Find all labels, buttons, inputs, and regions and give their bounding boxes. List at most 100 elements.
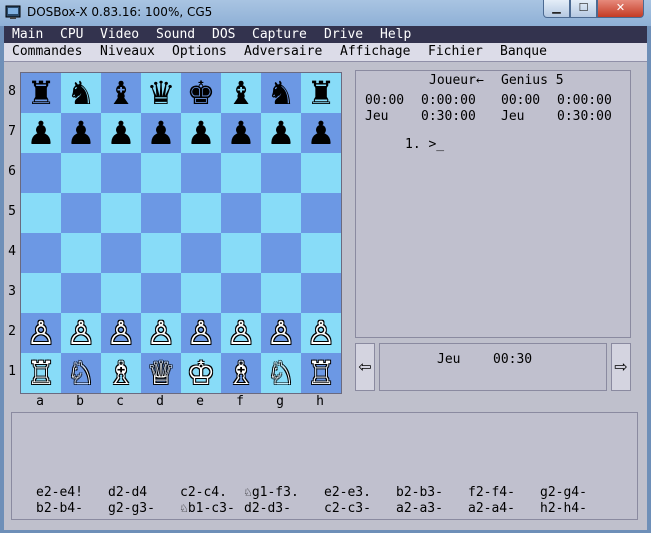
square-f3[interactable] — [221, 273, 261, 313]
square-d8[interactable]: ♛ — [141, 73, 181, 113]
square-f7[interactable]: ♟ — [221, 113, 261, 153]
square-b6[interactable] — [61, 153, 101, 193]
square-e3[interactable] — [181, 273, 221, 313]
chess-piece[interactable]: ♙ — [221, 313, 261, 353]
chess-piece[interactable]: ♟ — [101, 113, 141, 153]
chess-piece[interactable]: ♟ — [221, 113, 261, 153]
host-menu-cpu[interactable]: CPU — [60, 27, 83, 42]
move-suggestion[interactable]: f2-f4- — [468, 485, 515, 500]
close-button[interactable]: ✕ — [597, 0, 644, 18]
square-f5[interactable] — [221, 193, 261, 233]
chess-piece[interactable]: ♖ — [21, 353, 61, 393]
chess-piece[interactable]: ♙ — [301, 313, 341, 353]
square-e5[interactable] — [181, 193, 221, 233]
square-c5[interactable] — [101, 193, 141, 233]
square-a4[interactable] — [21, 233, 61, 273]
chess-piece[interactable]: ♝ — [221, 73, 261, 113]
square-d6[interactable] — [141, 153, 181, 193]
square-h8[interactable]: ♜ — [301, 73, 341, 113]
chess-piece[interactable]: ♛ — [141, 73, 181, 113]
square-g4[interactable] — [261, 233, 301, 273]
menu-commandes[interactable]: Commandes — [12, 44, 82, 59]
move-suggestion[interactable]: h2-h4- — [540, 501, 587, 516]
square-f8[interactable]: ♝ — [221, 73, 261, 113]
host-menu-dos[interactable]: DOS — [212, 27, 235, 42]
host-menu-drive[interactable]: Drive — [324, 27, 363, 42]
square-h7[interactable]: ♟ — [301, 113, 341, 153]
chess-piece[interactable]: ♗ — [101, 353, 141, 393]
square-b1[interactable]: ♘ — [61, 353, 101, 393]
square-e1[interactable]: ♔ — [181, 353, 221, 393]
menu-niveaux[interactable]: Niveaux — [100, 44, 155, 59]
square-c7[interactable]: ♟ — [101, 113, 141, 153]
menu-banque[interactable]: Banque — [500, 44, 547, 59]
square-e2[interactable]: ♙ — [181, 313, 221, 353]
chess-piece[interactable]: ♟ — [301, 113, 341, 153]
move-suggestion[interactable]: c2-c3- — [324, 501, 371, 516]
move-input-prompt[interactable]: 1. >_ — [405, 137, 444, 152]
chess-piece[interactable]: ♕ — [141, 353, 181, 393]
square-h6[interactable] — [301, 153, 341, 193]
previous-move-button[interactable]: ⇦ — [355, 343, 375, 391]
square-a2[interactable]: ♙ — [21, 313, 61, 353]
square-b4[interactable] — [61, 233, 101, 273]
square-g6[interactable] — [261, 153, 301, 193]
host-menu-help[interactable]: Help — [380, 27, 411, 42]
chess-piece[interactable]: ♝ — [101, 73, 141, 113]
square-h3[interactable] — [301, 273, 341, 313]
square-b5[interactable] — [61, 193, 101, 233]
square-e8[interactable]: ♚ — [181, 73, 221, 113]
chess-piece[interactable]: ♔ — [181, 353, 221, 393]
square-b2[interactable]: ♙ — [61, 313, 101, 353]
square-a1[interactable]: ♖ — [21, 353, 61, 393]
square-c1[interactable]: ♗ — [101, 353, 141, 393]
chess-piece[interactable]: ♚ — [181, 73, 221, 113]
square-d4[interactable] — [141, 233, 181, 273]
move-suggestion[interactable]: b2-b4- — [36, 501, 83, 516]
menu-adversaire[interactable]: Adversaire — [244, 44, 322, 59]
chess-piece[interactable]: ♖ — [301, 353, 341, 393]
square-a5[interactable] — [21, 193, 61, 233]
square-h2[interactable]: ♙ — [301, 313, 341, 353]
host-menu-sound[interactable]: Sound — [156, 27, 195, 42]
square-e6[interactable] — [181, 153, 221, 193]
square-g2[interactable]: ♙ — [261, 313, 301, 353]
minimize-button[interactable]: ▁ — [543, 0, 570, 18]
chess-piece[interactable]: ♘ — [261, 353, 301, 393]
move-suggestion[interactable]: d2-d4 — [108, 485, 147, 500]
square-c8[interactable]: ♝ — [101, 73, 141, 113]
square-a8[interactable]: ♜ — [21, 73, 61, 113]
square-c6[interactable] — [101, 153, 141, 193]
chess-piece[interactable]: ♟ — [261, 113, 301, 153]
square-c3[interactable] — [101, 273, 141, 313]
square-d1[interactable]: ♕ — [141, 353, 181, 393]
square-d3[interactable] — [141, 273, 181, 313]
square-b3[interactable] — [61, 273, 101, 313]
move-suggestion[interactable]: c2-c4. — [180, 485, 227, 500]
square-d2[interactable]: ♙ — [141, 313, 181, 353]
square-g7[interactable]: ♟ — [261, 113, 301, 153]
chess-piece[interactable]: ♟ — [21, 113, 61, 153]
menu-affichage[interactable]: Affichage — [340, 44, 410, 59]
move-suggestion[interactable]: d2-d3- — [244, 501, 291, 516]
maximize-button[interactable]: ☐ — [570, 0, 597, 18]
move-suggestion[interactable]: a2-a3- — [396, 501, 443, 516]
chess-board[interactable]: ♜ ♞ ♝ ♛ ♚ ♝ ♞ ♜ ♟ ♟ ♟ ♟ ♟ ♟ ♟ ♟ ♙ ♙ ♙ ♙ ♙ ♙ ♙ ♙ ♖ ♘ ♗ ♕ ♔ ♗ ♘ ♖ — [20, 72, 342, 394]
chess-piece[interactable]: ♙ — [61, 313, 101, 353]
move-suggestion[interactable]: ♘b1-c3- — [180, 501, 235, 516]
move-suggestion[interactable]: g2-g4- — [540, 485, 587, 500]
menu-fichier[interactable]: Fichier — [428, 44, 483, 59]
chess-piece[interactable]: ♟ — [141, 113, 181, 153]
square-a3[interactable] — [21, 273, 61, 313]
move-suggestion[interactable]: g2-g3- — [108, 501, 155, 516]
next-move-button[interactable]: ⇨ — [611, 343, 631, 391]
square-e7[interactable]: ♟ — [181, 113, 221, 153]
chess-piece[interactable]: ♙ — [261, 313, 301, 353]
chess-piece[interactable]: ♞ — [61, 73, 101, 113]
square-d5[interactable] — [141, 193, 181, 233]
square-h5[interactable] — [301, 193, 341, 233]
host-menu-capture[interactable]: Capture — [252, 27, 307, 42]
chess-piece[interactable]: ♙ — [141, 313, 181, 353]
square-f1[interactable]: ♗ — [221, 353, 261, 393]
chess-piece[interactable]: ♘ — [61, 353, 101, 393]
